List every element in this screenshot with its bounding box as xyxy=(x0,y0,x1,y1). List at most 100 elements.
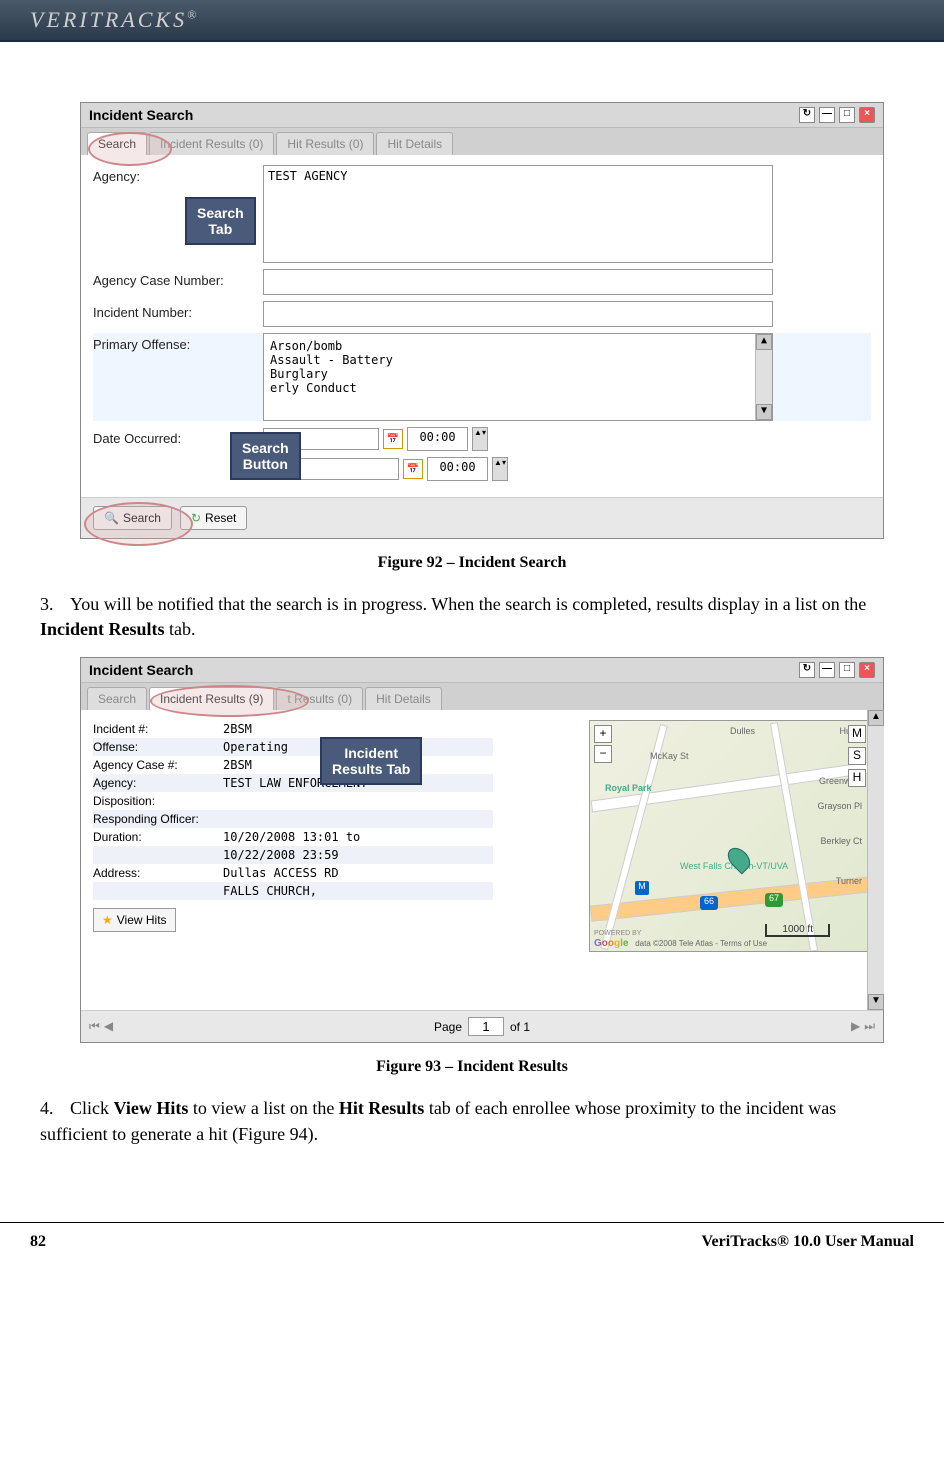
map-type-h[interactable]: H xyxy=(848,769,866,787)
map[interactable]: Dulles Hutchi McKay St Royal Park Greenw… xyxy=(589,720,871,952)
route-shield: 66 xyxy=(700,896,718,910)
detail-label: Offense: xyxy=(93,740,223,754)
map-type-s[interactable]: S xyxy=(848,747,866,765)
close-icon[interactable]: × xyxy=(859,662,875,678)
figure-93-caption: Figure 93 – Incident Results xyxy=(40,1058,904,1076)
app-header: VERITRACKS® xyxy=(0,0,944,42)
pager-page-input[interactable] xyxy=(468,1017,504,1036)
scrollbar[interactable]: ▲ ▼ xyxy=(755,334,772,420)
map-road-label: Turner xyxy=(836,876,862,886)
detail-label: Disposition: xyxy=(93,794,223,808)
search-button-highlight xyxy=(84,502,193,546)
detail-value: 2BSM xyxy=(223,722,252,736)
detail-value: FALLS CHURCH, xyxy=(223,884,317,898)
pager-last-icon[interactable]: ⏭ xyxy=(864,1019,875,1034)
offense-option[interactable]: Burglary xyxy=(270,367,766,381)
tab-search[interactable]: Search xyxy=(87,687,147,710)
callout-incident-results-tab: Incident Results Tab xyxy=(320,737,422,785)
maximize-icon[interactable]: □ xyxy=(839,662,855,678)
metro-icon: M xyxy=(635,881,649,895)
incident-number-input[interactable] xyxy=(263,301,773,327)
agency-value: TEST AGENCY xyxy=(268,169,347,183)
detail-value: 2BSM xyxy=(223,758,252,772)
maximize-icon[interactable]: □ xyxy=(839,107,855,123)
map-type-m[interactable]: M xyxy=(848,725,866,743)
manual-title: VeriTracks® 10.0 User Manual xyxy=(701,1233,914,1251)
detail-label xyxy=(93,848,223,862)
map-zoom-out[interactable]: − xyxy=(594,745,612,763)
callout-search-tab: Search Tab xyxy=(185,197,256,245)
route-shield: 67 xyxy=(765,893,783,907)
page-number: 82 xyxy=(30,1233,46,1251)
scroll-down-icon[interactable]: ▼ xyxy=(756,404,772,420)
detail-value: 10/22/2008 23:59 xyxy=(223,848,339,862)
map-attribution: data ©2008 Tele Atlas - Terms of Use xyxy=(635,939,767,948)
map-road-label: McKay St xyxy=(650,751,689,761)
step-4-text: 4.Click View Hits to view a list on the … xyxy=(40,1096,904,1146)
offense-option[interactable]: Arson/bomb xyxy=(270,339,766,353)
agency-textarea[interactable]: TEST AGENCY xyxy=(263,165,773,263)
reset-button-label: Reset xyxy=(205,511,236,525)
map-powered-by: POWERED BY xyxy=(594,930,641,937)
map-road-label: Dulles xyxy=(730,726,755,736)
detail-label: Responding Officer: xyxy=(93,812,223,826)
tab-hit-details[interactable]: Hit Details xyxy=(365,687,442,710)
logo-text: VERITRACKS xyxy=(30,7,187,32)
time-spinner[interactable]: ▲▾ xyxy=(472,427,488,451)
minimize-icon[interactable]: — xyxy=(819,107,835,123)
refresh-icon[interactable]: ↻ xyxy=(799,107,815,123)
calendar-icon[interactable]: 📅 xyxy=(403,459,423,479)
detail-label: Agency Case #: xyxy=(93,758,223,772)
tab-hit-results[interactable]: Hit Results (0) xyxy=(276,132,374,155)
incident-number-label: Incident Number: xyxy=(93,301,263,320)
map-park-label: Royal Park xyxy=(605,783,652,793)
detail-label: Address: xyxy=(93,866,223,880)
search-tab-highlight xyxy=(88,132,172,166)
pager-next-icon[interactable]: ▶ xyxy=(851,1019,860,1034)
map-zoom-in[interactable]: + xyxy=(594,725,612,743)
pager-prev-icon[interactable]: ◀ xyxy=(104,1019,113,1034)
detail-label: Duration: xyxy=(93,830,223,844)
panel-title: Incident Search xyxy=(89,107,193,123)
scroll-up-icon[interactable]: ▲ xyxy=(756,334,772,350)
scrollbar[interactable]: ▲ ▼ xyxy=(867,710,884,1010)
agency-case-label: Agency Case Number: xyxy=(93,269,263,288)
callout-search-button: Search Button xyxy=(230,432,301,480)
time-from-input[interactable]: 00:00 xyxy=(407,427,468,451)
pager-page-label: Page xyxy=(434,1020,462,1034)
view-hits-button[interactable]: ★ View Hits xyxy=(93,908,176,932)
detail-value: Operating xyxy=(223,740,288,754)
logo-symbol: ® xyxy=(187,8,199,22)
step-3-text: 3.You will be notified that the search i… xyxy=(40,592,904,642)
offense-option[interactable]: erly Conduct xyxy=(270,381,766,395)
scroll-down-icon[interactable]: ▼ xyxy=(868,994,884,1010)
star-icon: ★ xyxy=(102,913,113,927)
close-icon[interactable]: × xyxy=(859,107,875,123)
map-road-label: Berkley Ct xyxy=(820,836,862,846)
detail-label: Incident #: xyxy=(93,722,223,736)
logo: VERITRACKS® xyxy=(30,7,199,33)
offense-option[interactable]: Assault - Battery xyxy=(270,353,766,367)
detail-value: Dullas ACCESS RD xyxy=(223,866,339,880)
view-hits-label: View Hits xyxy=(117,913,167,927)
panel-title: Incident Search xyxy=(89,662,193,678)
primary-offense-label: Primary Offense: xyxy=(93,333,263,352)
detail-label xyxy=(93,884,223,898)
scroll-up-icon[interactable]: ▲ xyxy=(868,710,884,726)
primary-offense-list[interactable]: Arson/bomb Assault - Battery Burglary er… xyxy=(263,333,773,421)
google-logo: Google xyxy=(594,938,628,949)
pager-of-label: of 1 xyxy=(510,1020,530,1034)
agency-case-input[interactable] xyxy=(263,269,773,295)
time-to-input[interactable]: 00:00 xyxy=(427,457,488,481)
figure-92-caption: Figure 92 – Incident Search xyxy=(40,554,904,572)
refresh-icon[interactable]: ↻ xyxy=(799,662,815,678)
calendar-icon[interactable]: 📅 xyxy=(383,429,403,449)
agency-label: Agency: xyxy=(93,165,263,184)
incident-search-panel: Incident Search ↻ — □ × Search Incident … xyxy=(80,102,884,539)
pager-first-icon[interactable]: ⏮ xyxy=(89,1019,100,1034)
map-road-label: Grayson Pl xyxy=(817,801,862,811)
tab-hit-details[interactable]: Hit Details xyxy=(376,132,453,155)
time-spinner[interactable]: ▲▾ xyxy=(492,457,508,481)
minimize-icon[interactable]: — xyxy=(819,662,835,678)
detail-value: 10/20/2008 13:01 to xyxy=(223,830,360,844)
